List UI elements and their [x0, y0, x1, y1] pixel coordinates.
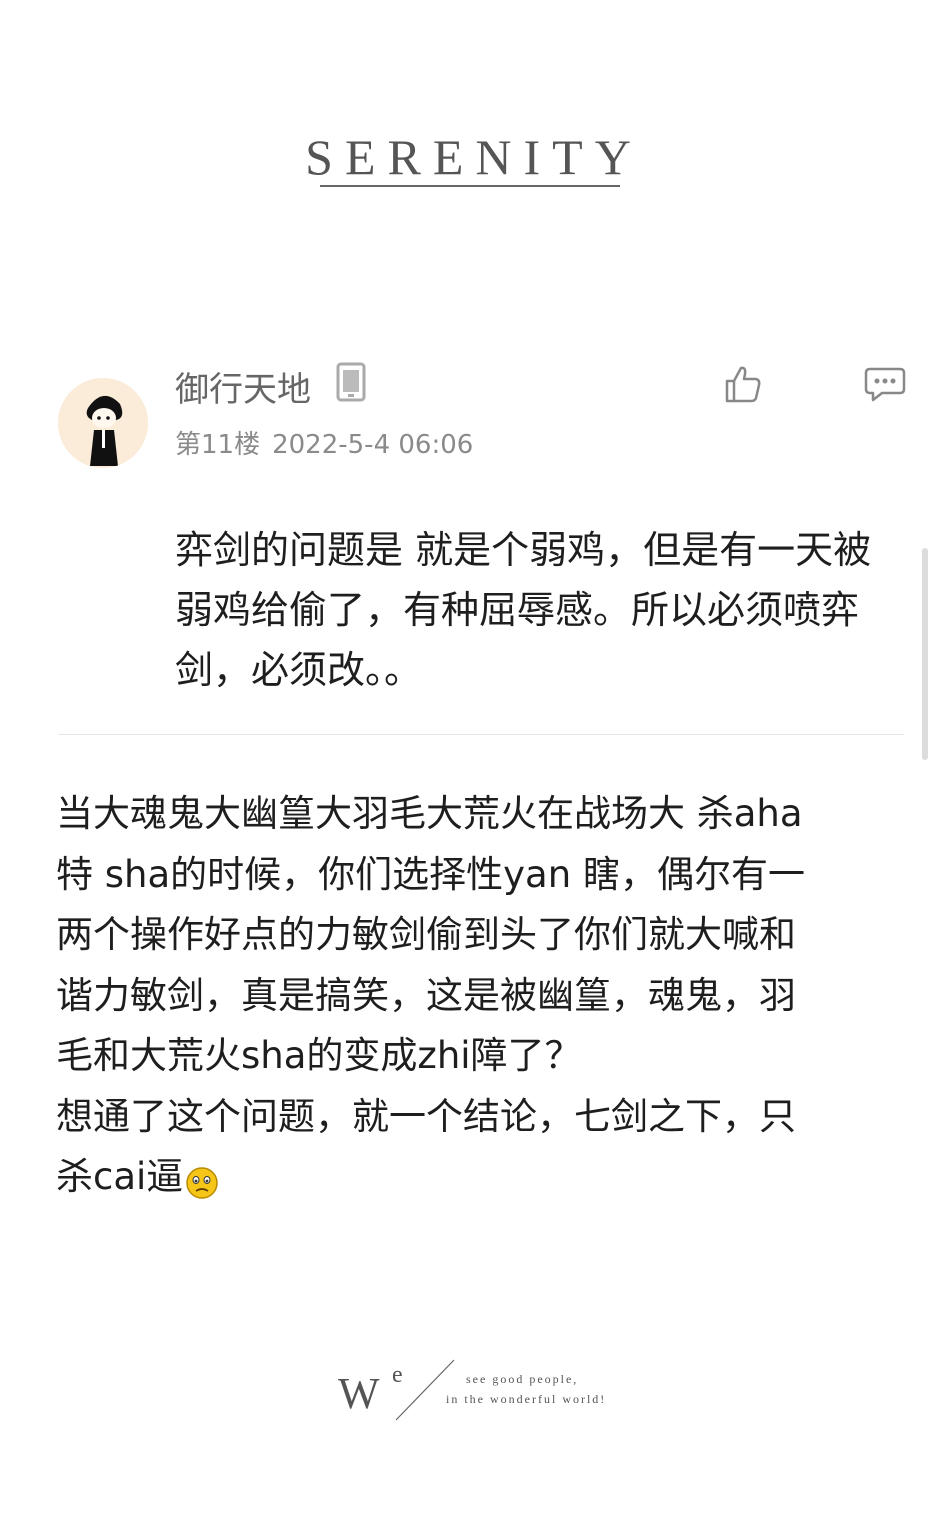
scrollbar[interactable] [922, 548, 928, 760]
quoted-post: 当大魂鬼大幽篁大羽毛大荒火在战场大 杀aha 特 sha的时候，你们选择性yan… [56, 784, 896, 1224]
quoted-text: 当大魂鬼大幽篁大羽毛大荒火在战场大 杀aha 特 sha的时候，你们选择性yan… [56, 792, 805, 1198]
floor-number: 第11楼 [175, 430, 261, 460]
footer-slash [395, 1359, 455, 1421]
post-meta: 第11楼 2022-5-4 06:06 [175, 424, 473, 461]
emoji-face-icon [185, 1159, 221, 1220]
phone-icon [336, 362, 366, 406]
footer-tagline-2: in the wonderful world! [446, 1392, 607, 1406]
footer-logo-w: W [338, 1369, 380, 1418]
avatar-figure [58, 378, 148, 468]
reply-text: 弈剑的问题是 就是个弱鸡，但是有一天被弱鸡给偷了，有种屈辱感。所以必须喷弈剑，必… [175, 528, 872, 692]
post-date: 2022-5-4 06:06 [272, 430, 474, 460]
divider [58, 734, 904, 735]
username[interactable]: 御行天地 [175, 362, 311, 411]
thumbs-up-icon[interactable] [723, 364, 763, 408]
page-title: SERENITY [305, 129, 643, 185]
comment-icon[interactable] [864, 366, 906, 406]
footer-tagline-1: see good people, [466, 1372, 579, 1386]
footer-logo: W e see good people, in the wonderful wo… [336, 1358, 626, 1424]
title-underline [320, 185, 620, 187]
avatar[interactable] [58, 378, 148, 468]
